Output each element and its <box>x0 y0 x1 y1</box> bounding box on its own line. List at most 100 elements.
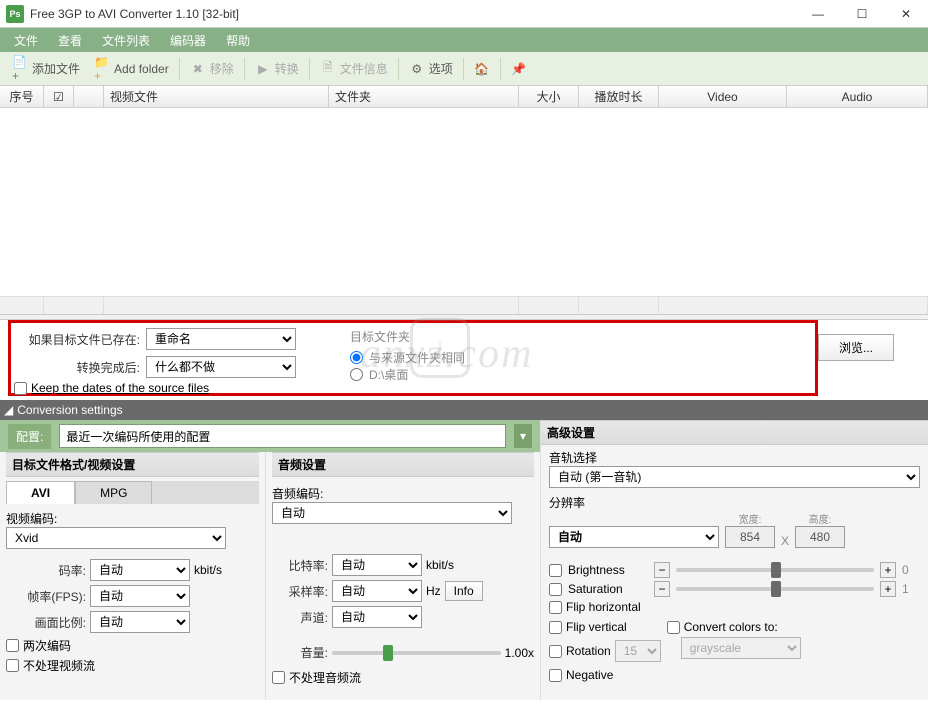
remove-button[interactable]: ✖ 移除 <box>184 56 240 81</box>
saturation-plus[interactable]: + <box>880 581 896 597</box>
video-bitrate-select[interactable]: 自动 <box>90 559 190 581</box>
tab-mpg[interactable]: MPG <box>75 481 152 504</box>
table-body[interactable] <box>0 108 928 296</box>
aspect-select[interactable]: 自动 <box>90 611 190 633</box>
no-audio-checkbox[interactable] <box>272 671 285 684</box>
saturation-minus[interactable]: − <box>654 581 670 597</box>
cs-header-label: Conversion settings <box>17 403 122 417</box>
close-button[interactable]: ✕ <box>884 0 928 28</box>
menu-filelist[interactable]: 文件列表 <box>92 28 160 53</box>
audio-bitrate-select[interactable]: 自动 <box>332 554 422 576</box>
col-index[interactable]: 序号 <box>0 86 44 107</box>
flip-h-checkbox[interactable] <box>549 601 562 614</box>
height-input <box>795 526 845 548</box>
desktop-label: D:\桌面 <box>369 366 408 383</box>
toolbar-separator <box>244 58 245 80</box>
conversion-settings-body: 配置: 最近一次编码所使用的配置 ▾ 目标文件格式/视频设置 AVI MPG 视… <box>0 420 928 700</box>
convert-colors-select: grayscale <box>681 637 801 659</box>
col-video-file[interactable]: 视频文件 <box>104 86 329 107</box>
audio-codec-label: 音频编码: <box>272 485 534 502</box>
flip-v-checkbox[interactable] <box>549 621 562 634</box>
convert-colors-checkbox[interactable] <box>667 621 680 634</box>
col-size[interactable]: 大小 <box>519 86 579 107</box>
rotation-checkbox[interactable] <box>549 645 562 658</box>
app-icon: Ps <box>6 5 24 23</box>
saturation-checkbox[interactable] <box>549 583 562 596</box>
menu-help[interactable]: 帮助 <box>216 28 260 53</box>
two-pass-label: 两次编码 <box>23 637 71 654</box>
volume-label: 音量: <box>272 644 328 661</box>
volume-slider[interactable] <box>332 651 501 655</box>
menu-encoder[interactable]: 编码器 <box>160 28 216 53</box>
negative-checkbox[interactable] <box>549 669 562 682</box>
col-folder[interactable]: 文件夹 <box>329 86 519 107</box>
video-codec-select[interactable]: Xvid <box>6 527 226 549</box>
same-source-label: 与来源文件夹相同 <box>369 349 465 366</box>
home-icon: 🏠 <box>474 61 490 77</box>
audio-codec-select[interactable]: 自动 <box>272 502 512 524</box>
keep-dates-checkbox[interactable] <box>14 382 27 395</box>
fps-select[interactable]: 自动 <box>90 585 190 607</box>
track-label: 音轨选择 <box>549 449 920 466</box>
maximize-button[interactable]: ☐ <box>840 0 884 28</box>
file-table: 序号 ☑ 视频文件 文件夹 大小 播放时长 Video Audio <box>0 86 928 296</box>
brightness-plus[interactable]: + <box>880 562 896 578</box>
toolbar-separator <box>398 58 399 80</box>
fileinfo-button[interactable]: 🗎 文件信息 <box>314 56 394 81</box>
options-button[interactable]: ⚙ 选项 <box>403 56 459 81</box>
video-section-title: 目标文件格式/视频设置 <box>6 452 259 477</box>
col-empty[interactable] <box>74 86 104 107</box>
resolution-label: 分辨率 <box>549 494 920 511</box>
desktop-radio[interactable] <box>350 368 363 381</box>
after-convert-select[interactable]: 什么都不做 <box>146 356 296 378</box>
tab-avi[interactable]: AVI <box>6 481 75 504</box>
profile-dropdown-button[interactable]: ▾ <box>514 424 532 448</box>
rotation-label: Rotation <box>566 644 611 658</box>
gear-icon: ⚙ <box>409 61 425 77</box>
menu-file[interactable]: 文件 <box>4 28 48 53</box>
if-exists-select[interactable]: 重命名 <box>146 328 296 350</box>
col-duration[interactable]: 播放时长 <box>579 86 659 107</box>
no-video-checkbox[interactable] <box>6 659 19 672</box>
add-folder-label: Add folder <box>114 62 169 76</box>
info-button[interactable]: Info <box>445 581 483 601</box>
resolution-select[interactable]: 自动 <box>549 526 719 548</box>
target-folder-label: 目标文件夹 <box>350 328 788 345</box>
same-source-radio[interactable] <box>350 351 363 364</box>
aspect-label: 画面比例: <box>6 614 86 631</box>
after-convert-label: 转换完成后: <box>10 359 140 376</box>
add-files-button[interactable]: 📄+ 添加文件 <box>6 56 86 81</box>
fileinfo-label: 文件信息 <box>340 60 388 77</box>
brightness-checkbox[interactable] <box>549 564 562 577</box>
col-checkbox[interactable]: ☑ <box>44 86 74 107</box>
two-pass-checkbox[interactable] <box>6 639 19 652</box>
audio-bitrate-unit: kbit/s <box>426 558 454 572</box>
width-label: 宽度: <box>725 511 775 526</box>
col-video[interactable]: Video <box>659 86 787 107</box>
col-audio[interactable]: Audio <box>787 86 928 107</box>
browse-button[interactable]: 浏览... <box>818 334 894 361</box>
brightness-label: Brightness <box>568 563 648 577</box>
remove-label: 移除 <box>210 60 234 77</box>
keep-dates-label: Keep the dates of the source files <box>31 381 209 395</box>
profile-row: 配置: 最近一次编码所使用的配置 ▾ <box>0 420 540 452</box>
output-panel: 如果目标文件已存在: 重命名 转换完成后: 什么都不做 目标文件夹 与来源文件夹… <box>0 320 928 400</box>
convert-button[interactable]: ▶ 转换 <box>249 56 305 81</box>
track-select[interactable]: 自动 (第一音轨) <box>549 466 920 488</box>
remove-icon: ✖ <box>190 61 206 77</box>
brightness-minus[interactable]: − <box>654 562 670 578</box>
advanced-title: 高级设置 <box>541 420 928 445</box>
profile-select[interactable]: 最近一次编码所使用的配置 <box>59 424 506 448</box>
add-folder-button[interactable]: 📁+ Add folder <box>88 57 175 81</box>
pin-icon: 📌 <box>511 61 527 77</box>
pin-button[interactable]: 📌 <box>505 57 533 81</box>
no-audio-label: 不处理音频流 <box>289 669 361 686</box>
channels-select[interactable]: 自动 <box>332 606 422 628</box>
brightness-slider[interactable] <box>676 568 874 572</box>
menu-view[interactable]: 查看 <box>48 28 92 53</box>
saturation-slider[interactable] <box>676 587 874 591</box>
minimize-button[interactable]: — <box>796 0 840 28</box>
sample-select[interactable]: 自动 <box>332 580 422 602</box>
conversion-settings-header[interactable]: ◢ Conversion settings <box>0 400 928 420</box>
home-button[interactable]: 🏠 <box>468 57 496 81</box>
